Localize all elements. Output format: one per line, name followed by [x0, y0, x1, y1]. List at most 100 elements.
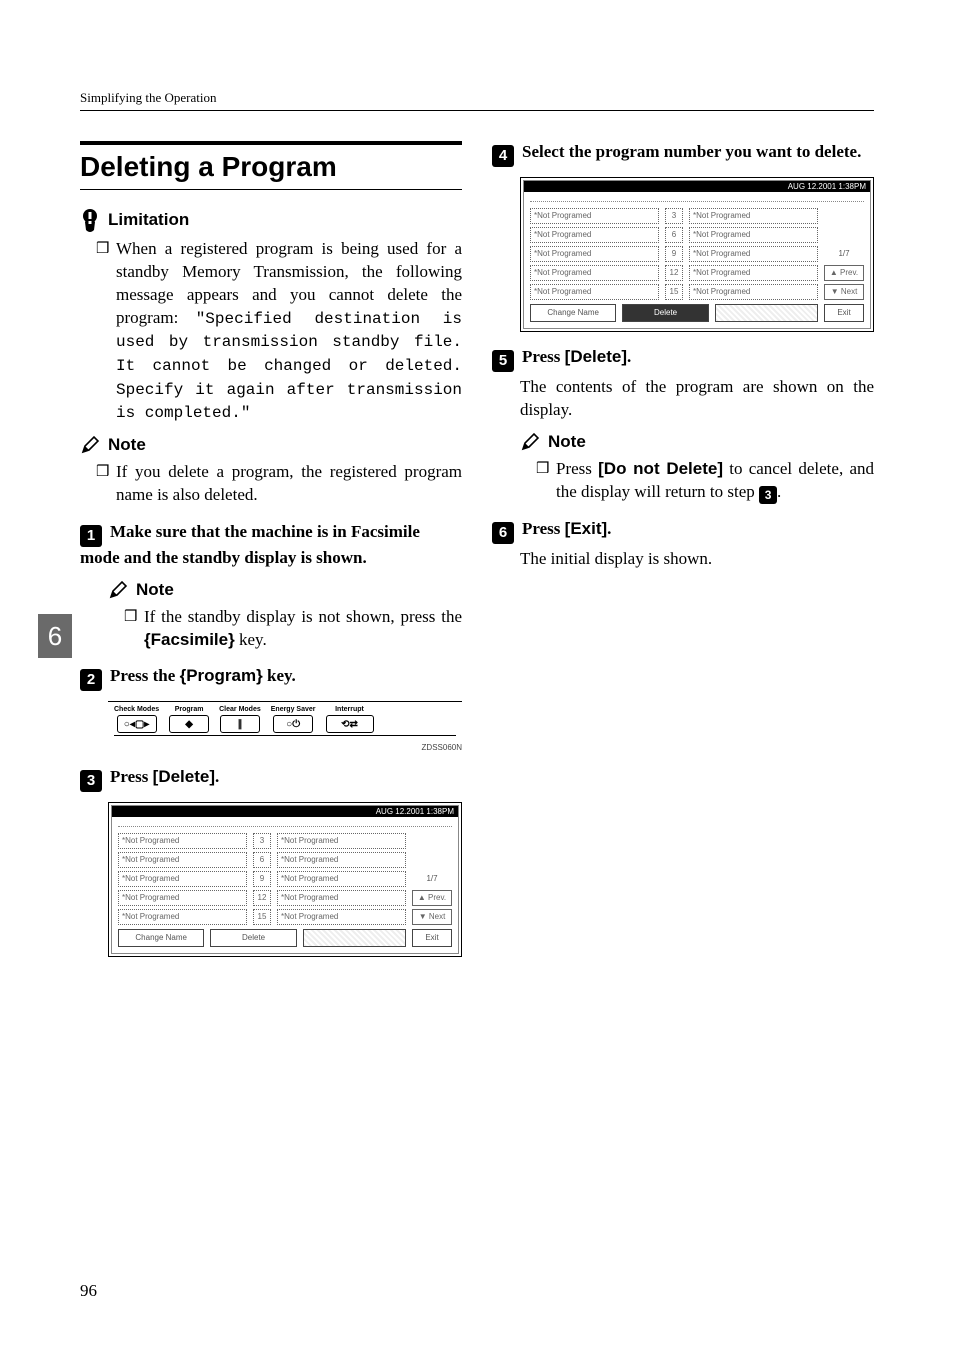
limitation-label: Limitation	[108, 210, 189, 230]
do-not-delete-softkey: [Do not Delete]	[598, 459, 723, 478]
step-ref-3: 3	[759, 486, 777, 504]
slot: *Not Programed	[689, 246, 818, 262]
slot-num: 15	[665, 284, 683, 300]
right-column: 4 Select the program number you want to …	[492, 141, 874, 961]
step6-post: .	[607, 519, 611, 538]
step5-note-item: Press [Do not Delete] to cancel delete, …	[536, 458, 874, 504]
slot: *Not Programed	[277, 852, 406, 868]
step-6: 6 Press [Exit]. The initial display is s…	[492, 518, 874, 571]
step-3-text: Press [Delete].	[110, 767, 219, 786]
delete-button: Delete	[210, 929, 296, 947]
slot: *Not Programed	[530, 227, 659, 243]
step-1-text: Make sure that the machine is in Facsimi…	[80, 522, 420, 567]
step-2-text: Press the {Program} key.	[110, 666, 296, 685]
slot-num: 6	[253, 852, 271, 868]
kp-label-program: Program	[175, 706, 204, 713]
step2-post: key.	[263, 666, 296, 685]
keypanel-figure: Check Modes○◂▢▸ Program◆ Clear Modes∥ En…	[108, 701, 462, 752]
program-key-label: Program	[186, 666, 256, 685]
step5-post: .	[627, 347, 631, 366]
limitation-icon	[80, 208, 100, 232]
slot-num: 3	[665, 208, 683, 224]
note1-heading: Note	[80, 435, 462, 455]
step-4-text: Select the program number you want to de…	[522, 142, 861, 161]
step-number-6: 6	[492, 522, 514, 544]
slot: *Not Programed	[118, 871, 247, 887]
screenshot-timestamp: AUG 12.2001 1:38PM	[112, 806, 458, 817]
step1-note-pre: If the standby display is not shown, pre…	[144, 607, 462, 626]
exit-button: Exit	[412, 929, 452, 947]
step-1: 1 Make sure that the machine is in Facsi…	[80, 521, 462, 570]
slot: *Not Programed	[277, 890, 406, 906]
step5-note-pre: Press	[556, 459, 598, 478]
two-column-layout: Deleting a Program Limitation When a reg…	[80, 141, 874, 961]
slot: *Not Programed	[689, 284, 818, 300]
step5-note-post: .	[777, 482, 781, 501]
pencil-icon	[520, 432, 540, 452]
facsimile-key-label: Facsimile	[151, 630, 229, 649]
step-6-text: Press [Exit].	[522, 519, 611, 538]
slot-num: 15	[253, 909, 271, 925]
step1-note-label: Note	[136, 580, 174, 600]
change-name-button: Change Name	[118, 929, 204, 947]
program-list-screenshot-2: AUG 12.2001 1:38PM *Not Programed *Not P…	[520, 177, 874, 332]
step1-note-post: key.	[235, 630, 267, 649]
step-5-body: The contents of the program are shown on…	[520, 376, 874, 422]
step-number-5: 5	[492, 350, 514, 372]
step1-note-item: If the standby display is not shown, pre…	[124, 606, 462, 652]
slot: *Not Programed	[118, 890, 247, 906]
step-number-2: 2	[80, 669, 102, 691]
slot: *Not Programed	[277, 833, 406, 849]
limitation-list: When a registered program is being used …	[80, 238, 462, 425]
slot: *Not Programed	[689, 227, 818, 243]
limitation-heading: Limitation	[80, 208, 462, 232]
kp-label-clear: Clear Modes	[219, 706, 261, 713]
pencil-icon	[80, 435, 100, 455]
step2-pre: Press the	[110, 666, 180, 685]
running-head: Simplifying the Operation	[80, 90, 874, 111]
step6-pre: Press	[522, 519, 565, 538]
step-6-body: The initial display is shown.	[520, 548, 874, 571]
slot: *Not Programed	[118, 909, 247, 925]
limitation-item: When a registered program is being used …	[96, 238, 462, 425]
slot: *Not Programed	[689, 265, 818, 281]
step3-pre: Press	[110, 767, 153, 786]
step5-pre: Press	[522, 347, 565, 366]
step-4: 4 Select the program number you want to …	[492, 141, 874, 167]
keypanel-tag: ZDSS060N	[108, 743, 462, 752]
slot: *Not Programed	[530, 208, 659, 224]
slot: *Not Programed	[277, 909, 406, 925]
exit-button: Exit	[824, 304, 864, 322]
slot-num: 3	[253, 833, 271, 849]
pencil-icon	[108, 580, 128, 600]
slot-num: 12	[665, 265, 683, 281]
delete-softkey: [Delete]	[153, 767, 215, 786]
program-list-screenshot-1: AUG 12.2001 1:38PM *Not Programed *Not P…	[108, 802, 462, 957]
step-2: 2 Press the {Program} key.	[80, 665, 462, 691]
slot-num: 12	[253, 890, 271, 906]
slot: *Not Programed	[118, 852, 247, 868]
section-title: Deleting a Program	[80, 141, 462, 190]
slot: *Not Programed	[530, 265, 659, 281]
slot: *Not Programed	[689, 208, 818, 224]
step-5: 5 Press [Delete]. The contents of the pr…	[492, 346, 874, 422]
chapter-tab: 6	[38, 614, 72, 658]
next-button: ▼ Next	[412, 909, 452, 925]
step-number-1: 1	[80, 525, 102, 547]
note1-list: If you delete a program, the registered …	[80, 461, 462, 507]
kp-label-energy: Energy Saver	[271, 706, 316, 713]
note1-item: If you delete a program, the registered …	[96, 461, 462, 507]
spacer	[303, 929, 406, 947]
page-indicator: 1/7	[412, 871, 452, 887]
step-3: 3 Press [Delete].	[80, 766, 462, 792]
slot: *Not Programed	[530, 246, 659, 262]
change-name-button: Change Name	[530, 304, 616, 322]
kp-label-check: Check Modes	[114, 706, 159, 713]
exit-softkey: [Exit]	[565, 519, 608, 538]
slot: *Not Programed	[277, 871, 406, 887]
page-number: 96	[80, 1281, 97, 1301]
slot-num: 9	[253, 871, 271, 887]
step-number-4: 4	[492, 145, 514, 167]
slot: *Not Programed	[118, 833, 247, 849]
slot: *Not Programed	[530, 284, 659, 300]
